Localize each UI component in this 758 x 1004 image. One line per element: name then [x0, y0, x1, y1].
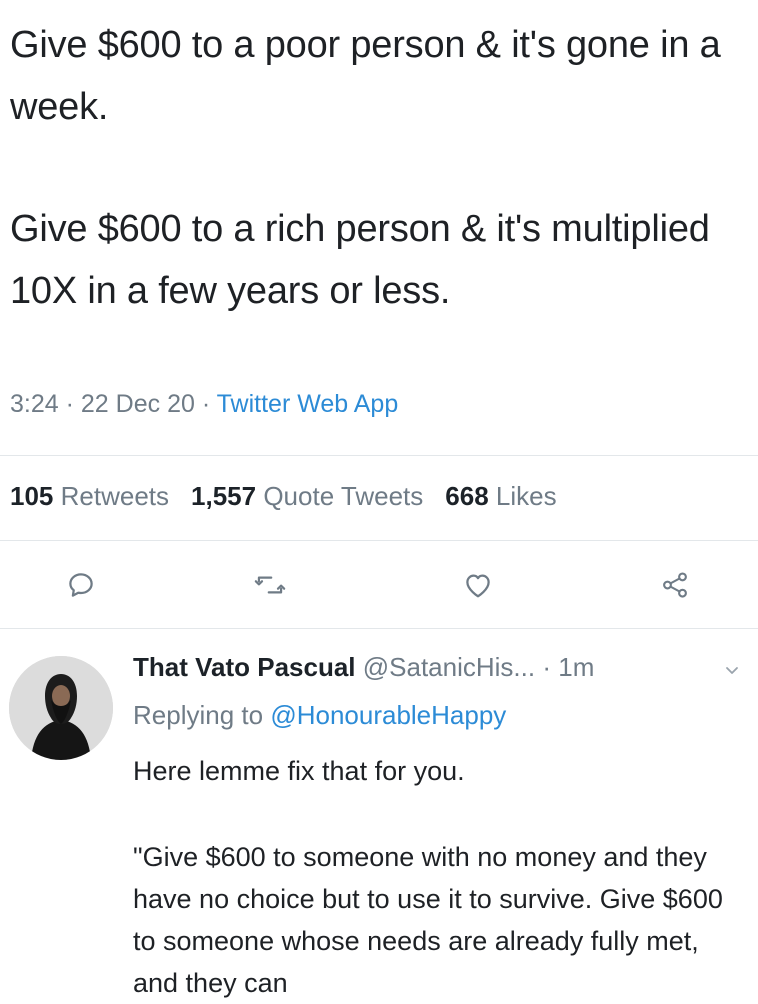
chevron-down-icon[interactable] — [722, 660, 742, 680]
quote-tweets-stat[interactable]: 1,557 Quote Tweets — [191, 481, 423, 511]
quote-tweets-count: 1,557 — [191, 481, 257, 511]
likes-stat[interactable]: 668 Likes — [445, 481, 556, 511]
retweets-label: Retweets — [60, 481, 170, 511]
replying-to: Replying to @HonourableHappy — [133, 700, 506, 731]
meta-separator: · — [65, 390, 74, 418]
tweet-text-paragraph-1: Give $600 to a poor person & it's gone i… — [10, 24, 721, 128]
reply-header: That Vato Pascual @SatanicHis... · 1m — [133, 652, 594, 683]
avatar-image — [9, 656, 113, 760]
reply-author-name[interactable]: That Vato Pascual — [133, 652, 356, 682]
reply-button[interactable] — [61, 565, 101, 605]
reply-icon — [69, 573, 93, 597]
likes-count: 668 — [445, 481, 489, 511]
retweets-count: 105 — [10, 481, 54, 511]
heart-icon — [466, 574, 490, 598]
divider — [0, 540, 758, 541]
retweet-button[interactable] — [250, 565, 290, 605]
tweet-date: 22 Dec 20 — [80, 390, 195, 418]
like-button[interactable] — [458, 565, 498, 605]
share-button[interactable] — [655, 565, 695, 605]
retweet-icon — [254, 576, 286, 594]
meta-separator: · — [201, 390, 211, 418]
tweet-source-link[interactable]: Twitter Web App — [217, 390, 399, 418]
replying-to-label: Replying to — [133, 700, 264, 730]
meta-separator: · — [542, 652, 552, 682]
reply-text-paragraph-2: "Give $600 to someone with no money and … — [133, 842, 723, 998]
divider — [0, 628, 758, 629]
avatar[interactable] — [9, 656, 113, 760]
tweet-stats: 105 Retweets 1,557 Quote Tweets 668 Likes — [10, 481, 557, 512]
divider — [0, 455, 758, 456]
reply-text-line-1: Here lemme fix that for you. — [133, 756, 465, 786]
retweets-stat[interactable]: 105 Retweets — [10, 481, 169, 511]
tweet-meta: 3:24 · 22 Dec 20 · Twitter Web App — [10, 390, 398, 419]
quote-tweets-label: Quote Tweets — [263, 481, 424, 511]
tweet-time: 3:24 — [10, 390, 59, 418]
reply-author-handle[interactable]: @SatanicHis... — [363, 652, 535, 682]
reply-time: 1m — [558, 652, 595, 682]
share-icon — [663, 572, 687, 598]
replying-to-handle[interactable]: @HonourableHappy — [270, 700, 506, 730]
likes-label: Likes — [495, 481, 557, 511]
tweet-text-paragraph-2: Give $600 to a rich person & it's multip… — [10, 208, 710, 312]
